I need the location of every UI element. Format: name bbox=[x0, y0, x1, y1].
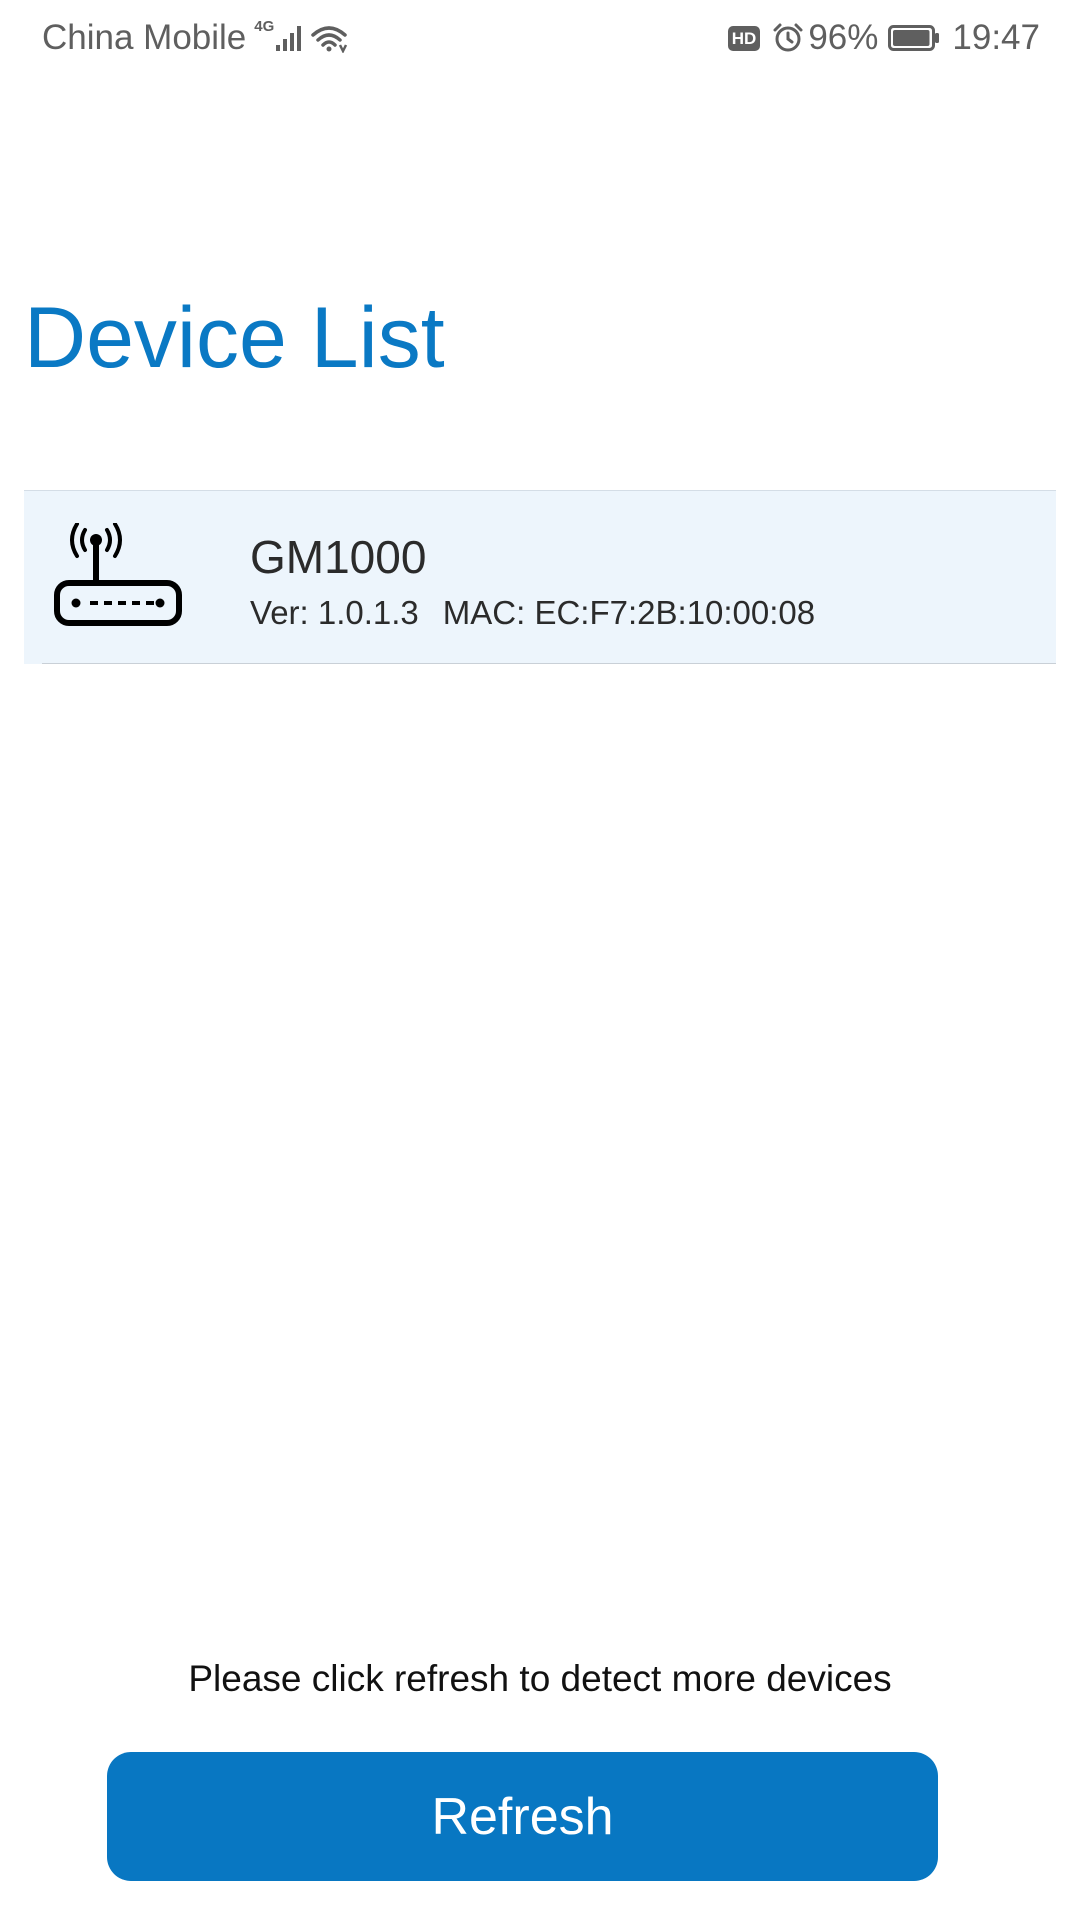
battery-percent: 96% bbox=[808, 18, 879, 57]
refresh-hint: Please click refresh to detect more devi… bbox=[188, 1658, 892, 1699]
device-version: Ver: 1.0.1.3 bbox=[250, 594, 419, 631]
router-icon bbox=[54, 522, 182, 627]
device-list: GM1000 Ver: 1.0.1.3 MAC: EC:F7:2B:10:00:0… bbox=[24, 490, 1056, 664]
refresh-button[interactable]: Refresh bbox=[107, 1752, 938, 1881]
battery-icon bbox=[888, 25, 940, 51]
wifi-icon bbox=[311, 23, 349, 53]
clock-time: 19:47 bbox=[952, 18, 1040, 57]
device-mac-address: MAC: EC:F7:2B:10:00:08 bbox=[442, 594, 816, 631]
device-name: GM1000 bbox=[250, 531, 427, 583]
status-bar-left: China Mobile 4G bbox=[42, 18, 349, 58]
signal-bars-icon bbox=[275, 23, 305, 53]
alarm-clock-icon bbox=[772, 22, 804, 54]
network-type: 4G bbox=[254, 17, 275, 35]
status-bar-right: HD 96% 19:47 bbox=[727, 18, 1040, 58]
status-bar: China Mobile 4G HD 96% 19:47 bbox=[0, 0, 1080, 76]
hd-voice-badge: HD bbox=[727, 25, 761, 51]
page-title: Device List bbox=[24, 290, 445, 386]
carrier-name: China Mobile bbox=[42, 18, 247, 57]
device-list-item[interactable]: GM1000 Ver: 1.0.1.3 MAC: EC:F7:2B:10:00:0… bbox=[24, 490, 1056, 664]
device-details: Ver: 1.0.1.3 MAC: EC:F7:2B:10:00:08 bbox=[250, 593, 815, 633]
